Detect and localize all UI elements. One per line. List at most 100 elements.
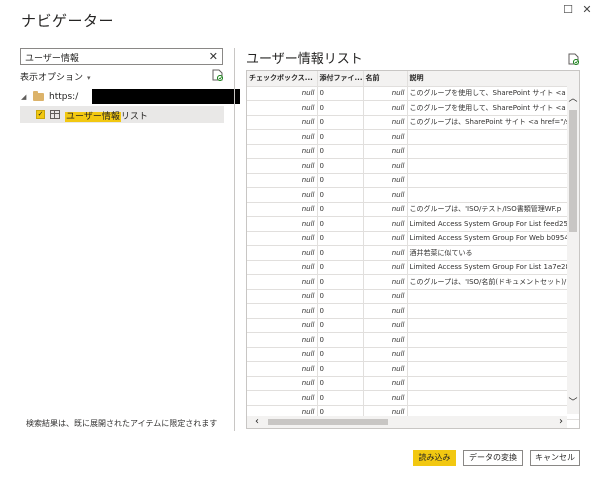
table-row[interactable]: null 0 null [247,173,579,188]
table-cell: null [247,158,318,174]
table-cell: 0 [317,332,364,348]
table-cell: null [247,144,318,159]
table-cell: null [363,260,408,275]
table-cell: null [363,289,408,304]
search-note: 検索結果は、既に展開されたアイテムに限定されます [26,419,218,428]
table-cell: null [247,115,318,130]
column-header[interactable]: 添付ファイ... [317,71,364,87]
table-row[interactable]: null 0 null [247,158,579,174]
table-cell: 0 [317,129,364,145]
table-cell: このグループは、'ISO/テスト/ISO書類管理WF.p [407,202,579,217]
table-cell: null [247,216,318,232]
table-cell: null [363,173,408,188]
table-cell: null [247,332,318,348]
table-row[interactable]: null 0 null Limited Access System Group For… [247,260,579,275]
table-cell: 0 [317,390,364,406]
table-cell: このグループを使用して、SharePoint サイト <a h [407,100,579,116]
horizontal-scroll-thumb[interactable] [268,419,388,425]
table-cell: null [363,158,408,174]
table-row[interactable]: null 0 null [247,347,579,362]
table-row[interactable]: null 0 null [247,318,579,333]
table-row[interactable]: null 0 null [247,187,579,203]
column-header[interactable]: チェックボックス... [247,71,318,87]
cancel-button[interactable]: キャンセル [530,450,580,466]
table-cell: Limited Access System Group For List fee… [407,216,579,232]
table-cell: null [247,100,318,116]
transform-data-button[interactable]: データの変換 [463,450,523,466]
display-options-dropdown[interactable]: 表示オプション ▾ [20,70,91,83]
search-input[interactable]: ユーザー情報 ✕ [20,48,223,65]
table-row[interactable]: null 0 null [247,129,579,145]
table-row[interactable]: null 0 null このグループを使用して、SharePoint サイト <a h [247,100,579,116]
table-row[interactable]: null 0 null Limited Access System Group For… [247,231,579,246]
tree-item-user-info-list[interactable]: ✓ ユーザー情報リスト [20,106,224,123]
table-cell: null [363,115,408,130]
table-cell: null [247,260,318,275]
table-row[interactable]: null 0 null [247,303,579,319]
preview-title: ユーザー情報リスト [246,52,363,67]
scroll-right-icon[interactable]: › [559,416,563,428]
table-cell: Limited Access System Group For Web b095… [407,231,579,246]
table-row[interactable]: null 0 null このグループは、SharePoint サイト <a href=… [247,115,579,130]
restore-icon[interactable]: ☐ [561,3,575,17]
table-cell: null [247,303,318,319]
table-cell: 0 [317,347,364,362]
new-table-icon[interactable] [568,53,579,65]
table-cell: null [363,202,408,217]
table-row[interactable]: null 0 null [247,390,579,406]
table-cell: 0 [317,231,364,246]
vertical-scrollbar[interactable]: ︿ ﹀ [567,86,579,414]
load-button[interactable]: 読み込み [413,450,456,466]
table-cell: 0 [317,216,364,232]
table-cell: null [363,376,408,391]
table-row[interactable]: null 0 null [247,289,579,304]
table-row[interactable]: null 0 null このグループを使用して、SharePoint サイト <a h [247,86,579,101]
close-icon[interactable]: ✕ [580,3,594,17]
table-cell: null [363,86,408,101]
table-cell: 0 [317,86,364,101]
clear-search-icon[interactable]: ✕ [209,50,218,64]
column-header[interactable]: 説明 [407,71,579,87]
column-header[interactable]: 名前 [363,71,408,87]
new-table-icon[interactable] [212,69,223,81]
expand-triangle-icon[interactable]: ◢ [21,93,26,101]
table-cell: 0 [317,361,364,377]
scroll-down-icon[interactable]: ﹀ [567,398,579,408]
table-row[interactable]: null 0 null このグループは、'ISO/テスト/ISO書類管理WF.p [247,202,579,217]
table-cell [407,129,579,145]
scroll-left-icon[interactable]: ‹ [255,416,259,428]
table-row[interactable]: null 0 null 酒井若菜に似ている [247,245,579,261]
table-cell: null [247,361,318,377]
table-row[interactable]: null 0 null [247,361,579,377]
table-cell: このグループは、SharePoint サイト <a href="/sit [407,115,579,130]
horizontal-scrollbar[interactable]: ‹ › [247,416,567,428]
vertical-scroll-thumb[interactable] [569,110,577,232]
table-cell: 0 [317,260,364,275]
table-cell [407,332,579,348]
table-row[interactable]: null 0 null Limited Access System Group For… [247,216,579,232]
table-cell: 0 [317,187,364,203]
table-row[interactable]: null 0 null [247,144,579,159]
table-cell: 酒井若菜に似ている [407,245,579,261]
table-cell [407,347,579,362]
chevron-down-icon: ▾ [87,74,91,82]
preview-table[interactable]: チェックボックス... 添付ファイ... 名前 説明 null 0 null このグループを… [246,70,580,429]
table-row[interactable]: null 0 null [247,376,579,391]
table-body: null 0 null このグループを使用して、SharePoint サイト <a h… [247,86,579,420]
checkbox[interactable]: ✓ [36,110,45,119]
table-row[interactable]: null 0 null このグループは、'ISO/名前(ドキュメントセット)/ [247,274,579,290]
table-header-row: チェックボックス... 添付ファイ... 名前 説明 [247,71,579,87]
table-cell: null [247,245,318,261]
table-row[interactable]: null 0 null [247,332,579,348]
table-cell: null [363,144,408,159]
table-cell [407,376,579,391]
table-cell: null [363,390,408,406]
pane-splitter[interactable] [234,48,235,431]
scroll-up-icon[interactable]: ︿ [567,94,579,104]
table-cell [407,173,579,188]
table-cell: null [247,173,318,188]
tree-root-node[interactable]: ◢ https:/ [21,89,240,105]
table-cell [407,361,579,377]
table-cell: 0 [317,173,364,188]
table-cell: このグループを使用して、SharePoint サイト <a h [407,86,579,101]
